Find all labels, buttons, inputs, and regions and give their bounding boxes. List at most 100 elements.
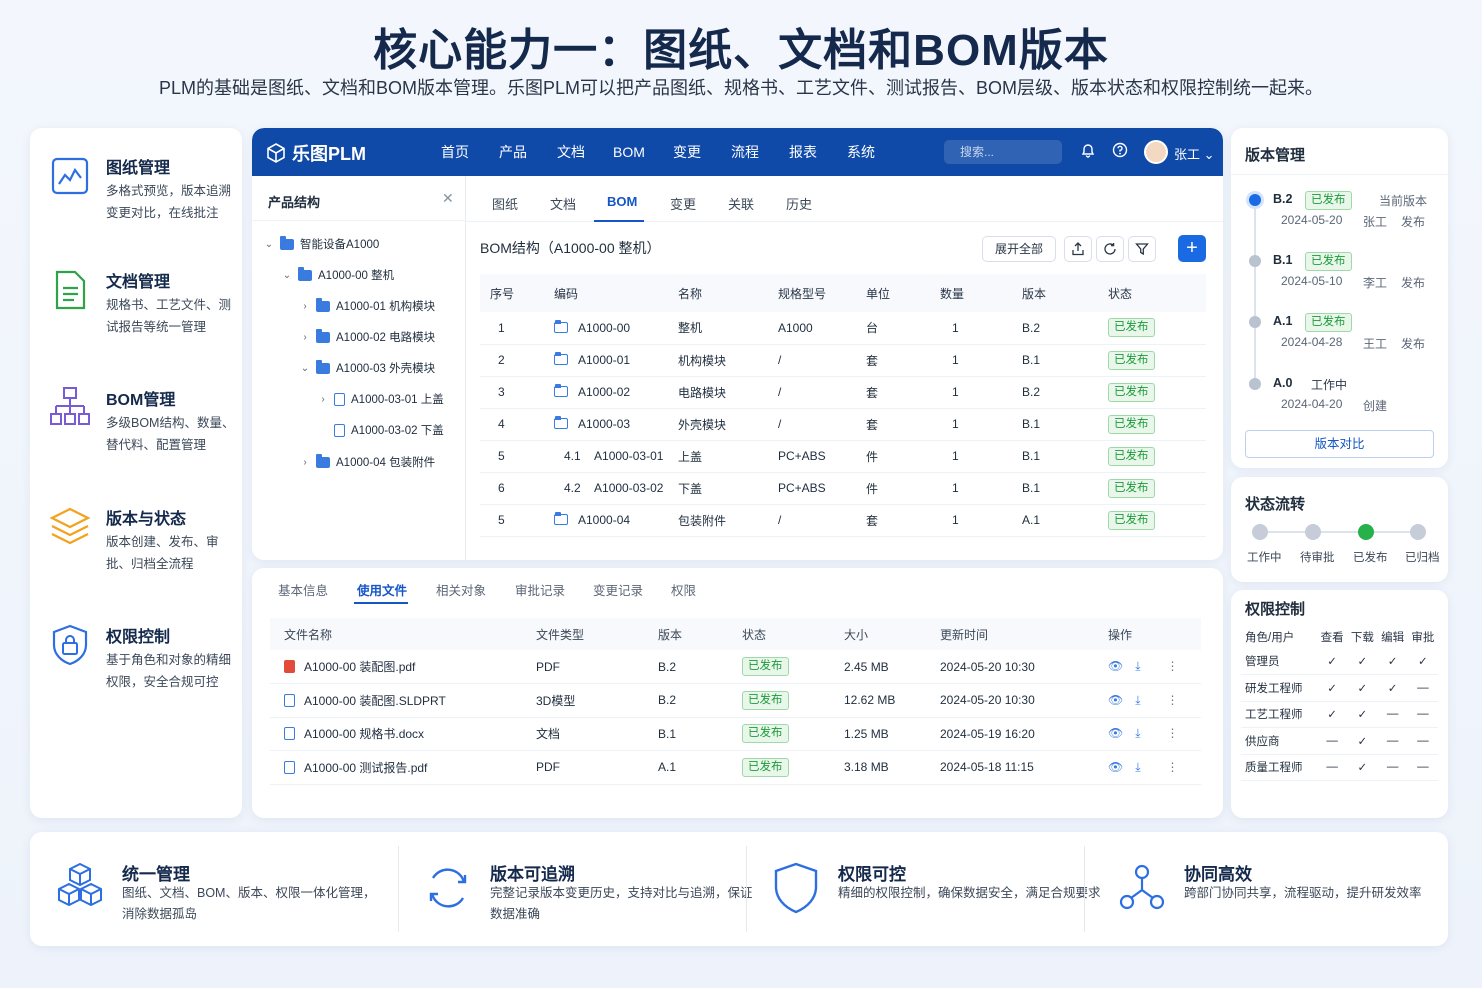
- bom-row[interactable]: 1 A1000-00 整机 A1000 台 1 B.2 已发布: [480, 312, 1206, 345]
- file-row[interactable]: A1000-00 装配图.SLDPRT 3D模型 B.2 已发布 12.62 MB 202…: [270, 683, 1201, 718]
- tab-history[interactable]: 历史: [786, 194, 812, 213]
- nav-item-change[interactable]: 变更: [658, 128, 716, 176]
- help-icon[interactable]: [1112, 142, 1128, 161]
- nav-item-document[interactable]: 文档: [542, 128, 600, 176]
- more-icon[interactable]: ⋮: [1167, 693, 1179, 707]
- file-cell-name: A1000-00 装配图.pdf: [270, 650, 522, 684]
- file-cell-actions: 👁 ⤓ ⋮: [1094, 650, 1201, 684]
- more-icon[interactable]: ⋮: [1167, 760, 1179, 774]
- download-icon[interactable]: ⤓: [1135, 693, 1140, 707]
- nav-item-workflow[interactable]: 流程: [716, 128, 774, 176]
- nav-item-home[interactable]: 首页: [426, 128, 484, 176]
- bom-row[interactable]: 5 4.1 A1000-03-01 上盖 PC+ABS 件 1 B.1 已发布: [480, 440, 1206, 473]
- chevron-down-icon[interactable]: ⌄: [264, 239, 274, 250]
- chevron-right-icon[interactable]: ›: [318, 394, 328, 405]
- add-button[interactable]: +: [1178, 235, 1206, 262]
- download-icon[interactable]: ⤓: [1135, 659, 1140, 673]
- folder-icon: [554, 416, 568, 429]
- file-row[interactable]: A1000-00 装配图.pdf PDF B.2 已发布 2.45 MB 2024-05-…: [270, 650, 1201, 684]
- nav-item-report[interactable]: 报表: [774, 128, 832, 176]
- more-icon[interactable]: ⋮: [1167, 659, 1179, 673]
- app-logo[interactable]: 乐图PLM: [266, 140, 366, 166]
- bom-row[interactable]: 5 A1000-04 包装附件 / 套 1 A.1 已发布: [480, 504, 1206, 537]
- flow-step-label: 已发布: [1353, 552, 1388, 564]
- filter-icon[interactable]: [1128, 236, 1156, 262]
- eye-icon[interactable]: 👁: [1108, 726, 1123, 740]
- chevron-right-icon[interactable]: ›: [300, 301, 310, 312]
- bell-icon[interactable]: [1080, 142, 1096, 161]
- bom-row[interactable]: 2 A1000-01 机构模块 / 套 1 B.1 已发布: [480, 344, 1206, 377]
- file-name[interactable]: A1000-00 装配图.SLDPRT: [304, 694, 446, 708]
- tab-drawings[interactable]: 图纸: [492, 194, 518, 213]
- file-name[interactable]: A1000-00 测试报告.pdf: [304, 761, 427, 775]
- bom-header-version: 版本: [1012, 274, 1098, 312]
- tab-permissions[interactable]: 权限: [671, 580, 696, 599]
- bom-cell-code: 4.1 A1000-03-01: [544, 440, 668, 473]
- bom-cell-qty: 1: [930, 472, 1012, 505]
- tab-basic-info[interactable]: 基本信息: [278, 580, 328, 599]
- file-cell-actions: 👁 ⤓ ⋮: [1094, 750, 1201, 785]
- refresh-icon: [429, 868, 467, 908]
- bom-cell-code: 4.2 A1000-03-02: [544, 472, 668, 505]
- status-badge: 已发布: [1108, 446, 1155, 466]
- version-user: 李工: [1363, 276, 1388, 290]
- flow-step-dot: [1305, 524, 1321, 540]
- more-icon[interactable]: ⋮: [1167, 726, 1179, 740]
- tree-node[interactable]: ⌄ 智能设备A1000: [264, 235, 379, 252]
- tab-change-records[interactable]: 变更记录: [593, 580, 643, 599]
- file-header-status: 状态: [728, 618, 830, 650]
- download-icon[interactable]: ⤓: [1135, 726, 1140, 740]
- export-icon[interactable]: [1064, 236, 1092, 262]
- file-name[interactable]: A1000-00 装配图.pdf: [304, 660, 415, 674]
- tree-node[interactable]: › A1000-01 机构模块: [300, 297, 435, 314]
- tree-node[interactable]: A1000-03-02 下盖: [318, 422, 444, 438]
- tab-documents[interactable]: 文档: [550, 194, 576, 213]
- status-badge: 已发布: [1108, 350, 1155, 370]
- dash-icon: —: [1377, 727, 1408, 755]
- expand-all-button[interactable]: 展开全部: [982, 236, 1056, 262]
- permission-table: 角色/用户 查看 下载 编辑 审批 管理员 ✓ ✓ ✓ ✓ 研发工程师 ✓ ✓ ✓ — 工艺工程师 ✓…: [1241, 626, 1438, 781]
- tree-node[interactable]: ⌄ A1000-03 外壳模块: [300, 359, 435, 376]
- tree-node-label: A1000-04 包装附件: [336, 457, 436, 469]
- eye-icon[interactable]: 👁: [1108, 693, 1123, 707]
- avatar[interactable]: [1144, 140, 1168, 164]
- eye-icon[interactable]: 👁: [1108, 760, 1123, 774]
- feature-desc: 基于角色和对象的精细权限，安全合规可控: [106, 653, 232, 689]
- version-compare-button[interactable]: 版本对比: [1245, 430, 1434, 458]
- bom-row[interactable]: 3 A1000-02 电路模块 / 套 1 B.2 已发布: [480, 376, 1206, 409]
- download-icon[interactable]: ⤓: [1135, 760, 1140, 774]
- chevron-right-icon[interactable]: ›: [300, 457, 310, 468]
- tree-node[interactable]: › A1000-03-01 上盖: [318, 391, 444, 407]
- tab-related-objects[interactable]: 相关对象: [436, 580, 486, 599]
- file-row[interactable]: A1000-00 规格书.docx 文档 B.1 已发布 1.25 MB 2024-05-…: [270, 717, 1201, 751]
- nav-item-bom[interactable]: BOM: [600, 128, 658, 176]
- file-cell-size: 1.25 MB: [830, 717, 926, 751]
- tree-node[interactable]: › A1000-02 电路模块: [300, 328, 435, 345]
- tab-changes[interactable]: 变更: [670, 194, 696, 213]
- file-cell-size: 2.45 MB: [830, 650, 926, 684]
- benefit-desc: 跨部门协同共享，流程驱动，提升研发效率: [1184, 886, 1422, 900]
- tab-approval-records[interactable]: 审批记录: [515, 580, 565, 599]
- bom-row[interactable]: 4 A1000-03 外壳模块 / 套 1 B.1 已发布: [480, 408, 1206, 441]
- close-icon[interactable]: ✕: [442, 190, 454, 207]
- file-name[interactable]: A1000-00 规格书.docx: [304, 727, 424, 741]
- file-row[interactable]: A1000-00 测试报告.pdf PDF A.1 已发布 3.18 MB 2024-05…: [270, 750, 1201, 785]
- tab-relations[interactable]: 关联: [728, 194, 754, 213]
- bom-row[interactable]: 6 4.2 A1000-03-02 下盖 PC+ABS 件 1 B.1 已发布: [480, 472, 1206, 505]
- user-menu[interactable]: 张工 ⌄: [1174, 144, 1215, 163]
- bom-header-qty: 数量: [930, 274, 1012, 312]
- chevron-right-icon[interactable]: ›: [300, 332, 310, 343]
- eye-icon[interactable]: 👁: [1108, 659, 1123, 673]
- nav-item-product[interactable]: 产品: [484, 128, 542, 176]
- tab-bom[interactable]: BOM: [607, 194, 637, 209]
- search-input[interactable]: 搜索...: [944, 140, 1062, 164]
- nav-item-system[interactable]: 系统: [832, 128, 890, 176]
- page-title: 核心能力一：图纸、文档和BOM版本: [373, 26, 1109, 75]
- tree-node[interactable]: ⌄ A1000-00 整机: [282, 266, 394, 283]
- bom-cell-unit: 套: [856, 504, 930, 537]
- tab-used-files[interactable]: 使用文件: [357, 580, 407, 599]
- chevron-down-icon[interactable]: ⌄: [300, 363, 310, 374]
- chevron-down-icon[interactable]: ⌄: [282, 270, 292, 281]
- tree-node[interactable]: › A1000-04 包装附件: [300, 453, 436, 470]
- refresh-icon[interactable]: [1096, 236, 1124, 262]
